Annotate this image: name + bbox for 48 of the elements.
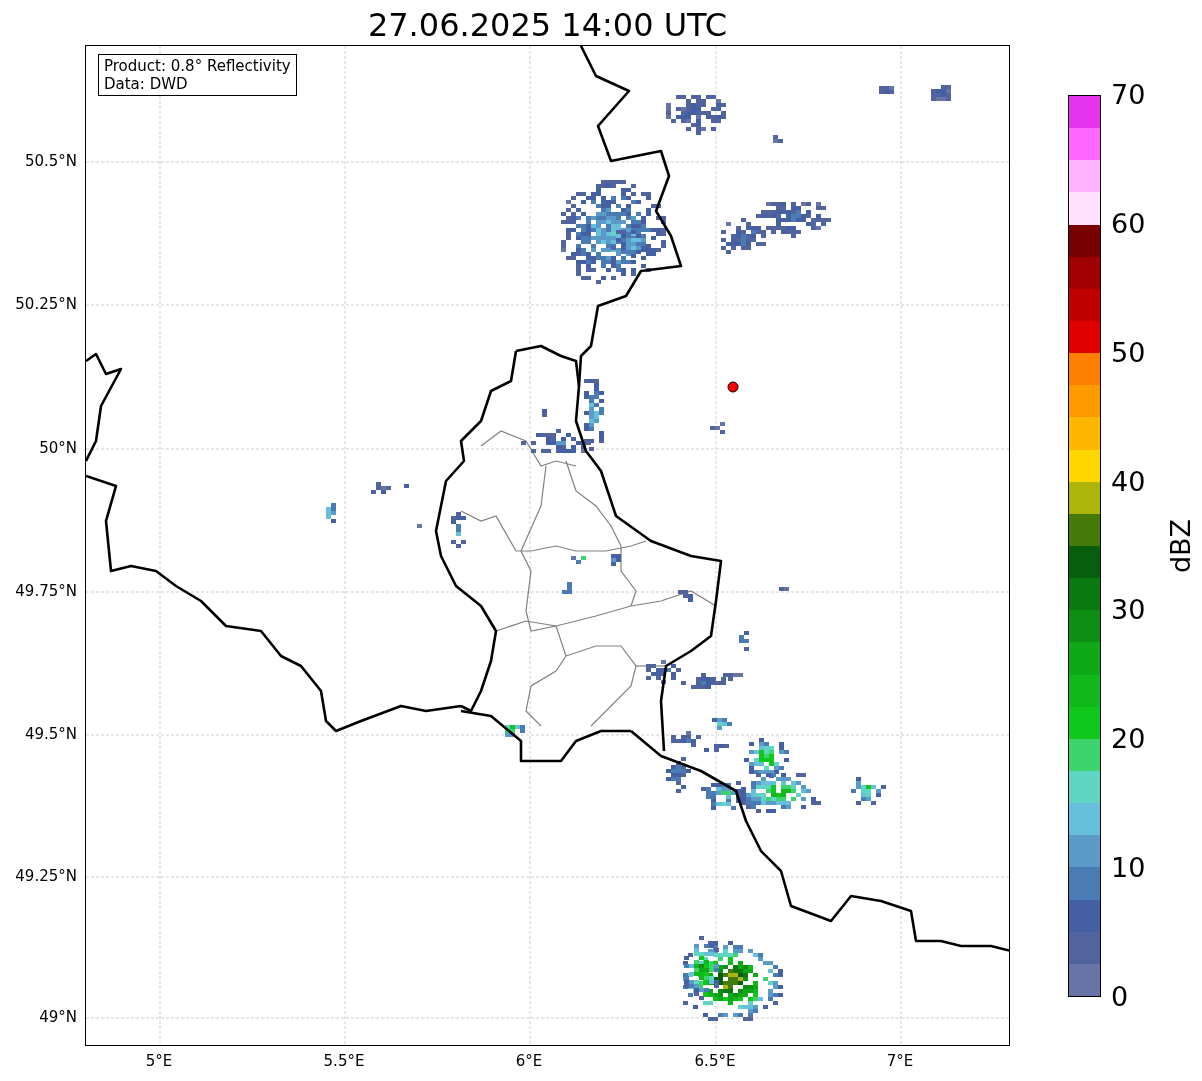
precipitation-echo xyxy=(666,95,726,135)
precipitation-echo xyxy=(739,631,749,651)
precipitation-echo xyxy=(704,744,729,752)
precipitation-echo xyxy=(710,422,725,434)
precipitation-echo xyxy=(562,582,572,594)
precipitation-echo xyxy=(779,587,789,591)
precipitation-echo xyxy=(671,731,701,747)
info-text: Product: 0.8° Reflectivity xyxy=(104,57,291,75)
latitude-label: 49.75°N xyxy=(15,582,77,600)
precipitation-echo xyxy=(505,725,525,737)
precipitation-echo xyxy=(542,409,547,417)
precipitation-echo xyxy=(666,757,691,793)
precipitation-echo xyxy=(712,718,732,730)
precipitation-echo xyxy=(879,86,894,94)
latitude-label: 50°N xyxy=(39,439,77,457)
latitude-label: 50.25°N xyxy=(15,295,77,313)
colorbar-tick-label: 0 xyxy=(1111,982,1129,1012)
latitude-label: 50.5°N xyxy=(24,152,77,170)
precipitation-echo xyxy=(404,484,409,488)
longitude-label: 7°E xyxy=(886,1052,914,1070)
precipitation-echo xyxy=(326,503,336,523)
precipitation-echo xyxy=(451,512,466,548)
precipitation-echo xyxy=(931,85,951,101)
longitude-label: 5°E xyxy=(145,1052,173,1070)
precipitation-echo xyxy=(773,135,783,143)
colorbar-tick-label: 60 xyxy=(1111,208,1146,239)
info-text: Data: DWD xyxy=(104,75,189,93)
longitude-label: 6°E xyxy=(515,1052,543,1070)
longitude-label: 5.5°E xyxy=(323,1052,365,1070)
precipitation-echo xyxy=(851,777,886,805)
colorbar-tick-label: 50 xyxy=(1111,337,1146,368)
precipitation-echo xyxy=(371,482,391,494)
precipitation-echo xyxy=(417,524,422,528)
precipitation-echo xyxy=(611,554,621,566)
colorbar-tick-label: 40 xyxy=(1111,466,1146,497)
colorbar-tick-label: 30 xyxy=(1111,595,1146,626)
chart-title: 27.06.2025 14:00 UTC xyxy=(367,5,728,45)
latitude-label: 49°N xyxy=(39,1008,77,1026)
latitude-label: 49.5°N xyxy=(24,725,77,743)
colorbar-tick-label: 10 xyxy=(1111,853,1146,884)
colorbar-label: dBZ xyxy=(1166,518,1196,574)
latitude-label: 49.25°N xyxy=(15,867,77,885)
longitude-label: 6.5°E xyxy=(694,1052,736,1070)
precipitation-echo xyxy=(678,590,693,602)
colorbar-tick-label: 70 xyxy=(1111,80,1146,110)
precipitation-echo xyxy=(571,556,586,564)
location-marker xyxy=(727,381,739,393)
colorbar-tick-label: 20 xyxy=(1111,724,1146,755)
